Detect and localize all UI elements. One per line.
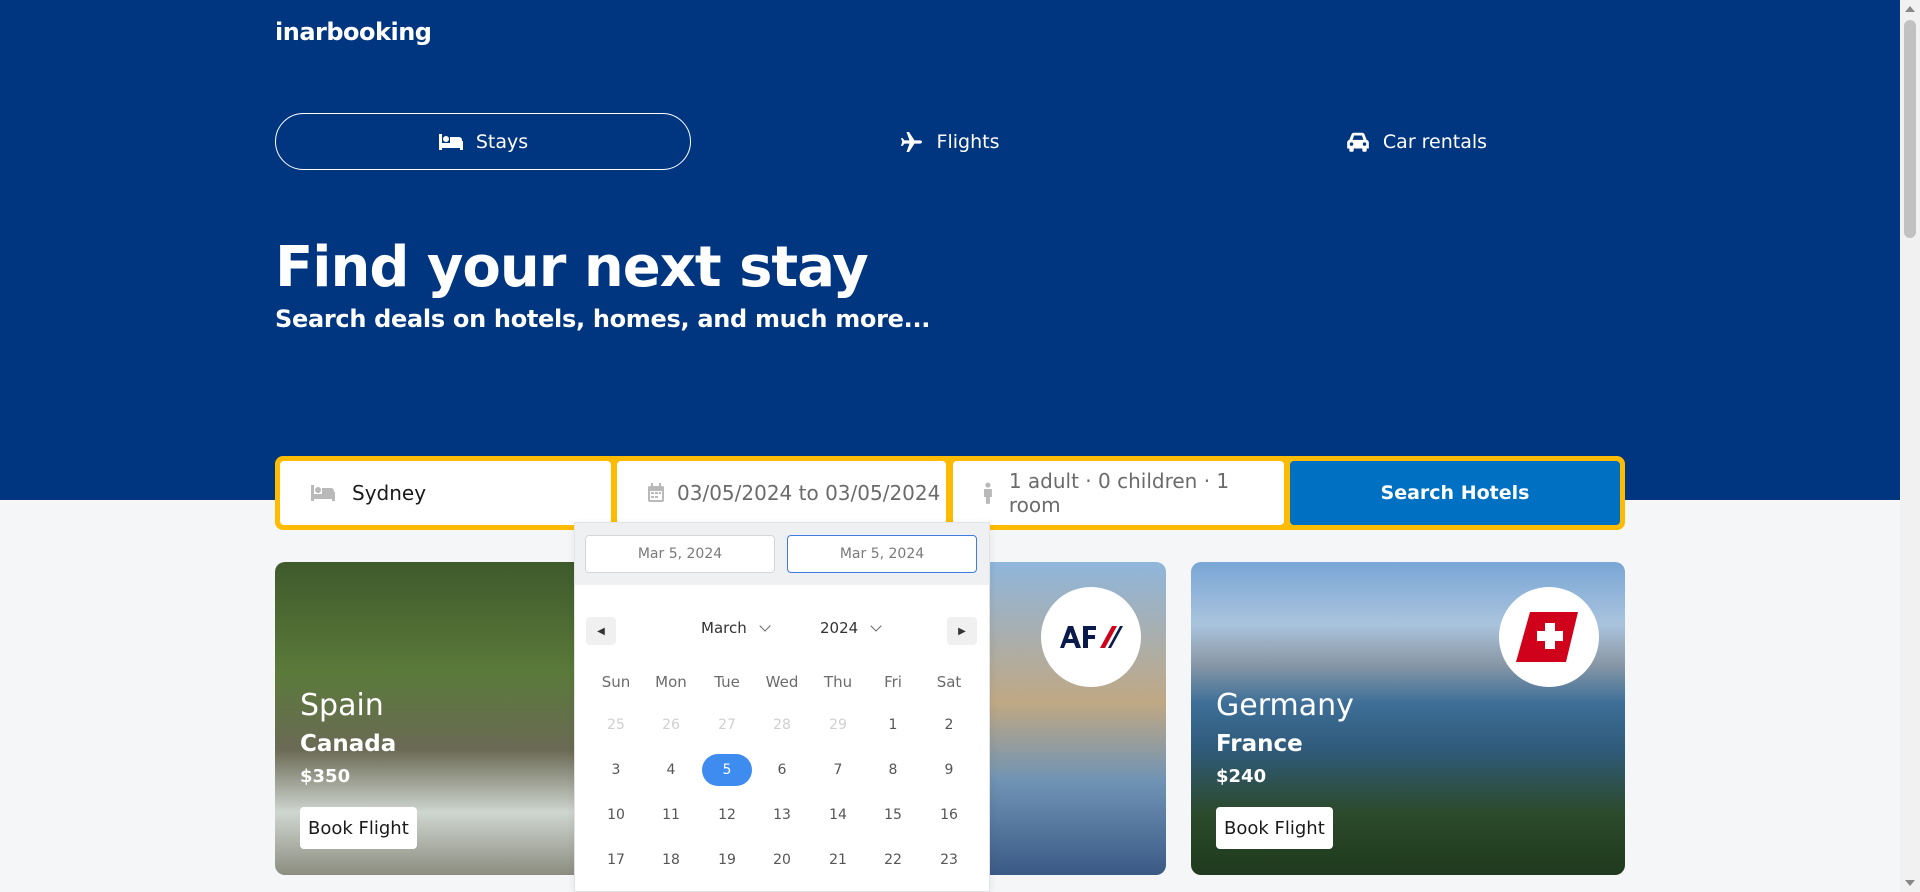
- weekday-label: Fri: [884, 673, 902, 691]
- air-france-logo: [1041, 587, 1141, 687]
- guests-field[interactable]: 1 adult · 0 children · 1 room: [953, 461, 1284, 525]
- calendar-day[interactable]: 1: [868, 709, 918, 741]
- destination-value: Sydney: [352, 481, 427, 505]
- tab-car-rentals[interactable]: Car rentals: [1208, 113, 1624, 170]
- guests-value: 1 adult · 0 children · 1 room: [1008, 469, 1230, 517]
- calendar-day[interactable]: 21: [813, 844, 863, 876]
- calendar-day[interactable]: 18: [646, 844, 696, 876]
- calendar-day[interactable]: 13: [757, 799, 807, 831]
- calendar-day[interactable]: 26: [646, 709, 696, 741]
- search-bar: Sydney 03/05/2024 to 03/05/2024 1 adult …: [275, 456, 1625, 530]
- scrollbar-thumb[interactable]: [1904, 20, 1916, 238]
- calendar-day[interactable]: 27: [702, 709, 752, 741]
- date-picker-inputs: Mar 5, 2024 Mar 5, 2024: [575, 523, 989, 585]
- calendar-day[interactable]: 20: [757, 844, 807, 876]
- bed-icon: [438, 133, 463, 150]
- next-month-button[interactable]: ▶: [947, 617, 977, 645]
- page-title: Find your next stay: [275, 235, 869, 300]
- car-icon: [1347, 132, 1369, 152]
- weekday-label: Tue: [714, 673, 740, 691]
- swiss-airlines-logo-mark: [1516, 612, 1578, 662]
- card-destination: Canada: [300, 731, 397, 757]
- calendar-day[interactable]: 23: [924, 844, 974, 876]
- chevron-down-icon: [759, 620, 771, 632]
- person-icon: [983, 482, 992, 504]
- hero-banner: inarbooking Stays Flights Car rentals Fi…: [0, 0, 1900, 500]
- nav-tabs: Stays Flights Car rentals: [275, 113, 1625, 170]
- weekday-label: Sun: [601, 673, 631, 691]
- tab-flights-label: Flights: [936, 130, 1000, 153]
- card-origin: Germany: [1216, 688, 1354, 723]
- calendar-day[interactable]: 19: [702, 844, 752, 876]
- month-value: March: [701, 619, 747, 637]
- date-range-value: 03/05/2024 to 03/05/2024: [677, 481, 941, 505]
- calendar-day[interactable]: 9: [924, 754, 974, 786]
- destination-field[interactable]: Sydney: [280, 461, 611, 525]
- caret-right-icon: ▶: [958, 625, 966, 637]
- calendar-day[interactable]: 10: [591, 799, 641, 831]
- calendar-day[interactable]: 11: [646, 799, 696, 831]
- calendar-day[interactable]: 8: [868, 754, 918, 786]
- calendar-icon: [648, 483, 664, 502]
- calendar-day[interactable]: 12: [702, 799, 752, 831]
- swiss-airlines-logo: [1499, 587, 1599, 687]
- scroll-up-arrow-icon[interactable]: [1905, 6, 1915, 12]
- calendar-day[interactable]: 29: [813, 709, 863, 741]
- month-select[interactable]: March: [701, 619, 771, 637]
- air-france-logo-mark: [1060, 626, 1123, 648]
- calendar-day[interactable]: 22: [868, 844, 918, 876]
- tab-car-rentals-label: Car rentals: [1382, 130, 1488, 153]
- bed-icon: [311, 485, 335, 501]
- card-destination: France: [1216, 731, 1303, 757]
- calendar-day[interactable]: 25: [591, 709, 641, 741]
- calendar-day[interactable]: 3: [591, 754, 641, 786]
- calendar-day[interactable]: 17: [591, 844, 641, 876]
- destination-card[interactable]: Germany France $240 Book Flight: [1191, 562, 1625, 875]
- calendar-day[interactable]: 4: [646, 754, 696, 786]
- weekday-label: Thu: [823, 673, 853, 691]
- calendar-day[interactable]: 5: [702, 754, 752, 786]
- calendar-day[interactable]: 15: [868, 799, 918, 831]
- plane-icon: [900, 131, 922, 152]
- start-date-input[interactable]: Mar 5, 2024: [585, 535, 775, 573]
- book-flight-button[interactable]: Book Flight: [1216, 807, 1333, 849]
- tab-stays-label: Stays: [475, 130, 529, 153]
- page-subtitle: Search deals on hotels, homes, and much …: [275, 305, 931, 333]
- brand-logo[interactable]: inarbooking: [275, 18, 432, 46]
- chevron-down-icon: [870, 620, 882, 632]
- calendar-day[interactable]: 16: [924, 799, 974, 831]
- year-select[interactable]: 2024: [820, 619, 882, 637]
- prev-month-button[interactable]: ◀: [586, 617, 616, 645]
- search-hotels-button[interactable]: Search Hotels: [1290, 461, 1620, 525]
- card-origin: Spain: [300, 688, 384, 723]
- calendar-day[interactable]: 2: [924, 709, 974, 741]
- page-scrollbar[interactable]: [1900, 0, 1920, 892]
- scroll-down-arrow-icon[interactable]: [1905, 880, 1915, 886]
- date-picker: Mar 5, 2024 Mar 5, 2024 ◀ March 2024 ▶ S…: [574, 522, 990, 892]
- weekday-label: Mon: [655, 673, 687, 691]
- date-range-field[interactable]: 03/05/2024 to 03/05/2024: [617, 461, 946, 525]
- card-price: $350: [300, 766, 351, 787]
- tab-stays[interactable]: Stays: [275, 113, 691, 170]
- year-value: 2024: [820, 619, 859, 637]
- end-date-input[interactable]: Mar 5, 2024: [787, 535, 977, 573]
- card-price: $240: [1216, 766, 1267, 787]
- calendar-day[interactable]: 6: [757, 754, 807, 786]
- calendar-day[interactable]: 28: [757, 709, 807, 741]
- caret-left-icon: ◀: [597, 625, 605, 637]
- book-flight-button[interactable]: Book Flight: [300, 807, 417, 849]
- weekday-label: Sat: [936, 673, 962, 691]
- calendar-day[interactable]: 14: [813, 799, 863, 831]
- calendar-day[interactable]: 7: [813, 754, 863, 786]
- tab-flights[interactable]: Flights: [741, 113, 1157, 170]
- weekday-label: Wed: [765, 673, 799, 691]
